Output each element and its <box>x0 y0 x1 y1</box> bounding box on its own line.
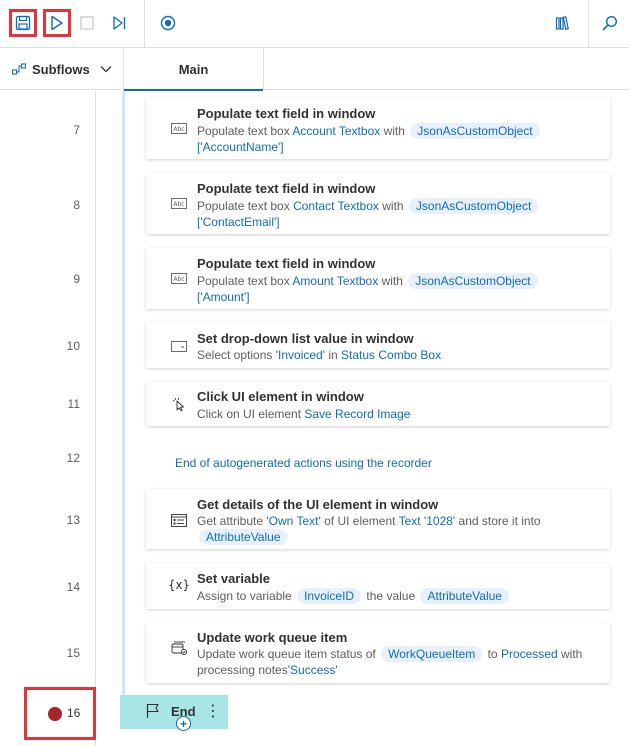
search-button[interactable] <box>596 9 624 37</box>
toolbar-divider <box>588 0 589 48</box>
ui-element-link[interactable]: Account Textbox <box>292 124 380 138</box>
action-card[interactable]: Set drop-down list value in window Selec… <box>146 322 610 368</box>
ui-element-link[interactable]: Save Record Image <box>304 407 410 421</box>
variable-pill[interactable]: JsonAsCustomObject <box>408 198 539 214</box>
action-card[interactable]: Click UI element in window Click on UI e… <box>146 382 610 426</box>
action-title: Populate text field in window <box>197 106 376 121</box>
line-number[interactable]: 9 <box>73 272 80 286</box>
action-title: Populate text field in window <box>197 181 376 196</box>
value-link[interactable]: 'Invoiced' <box>276 348 325 362</box>
action-description: Populate text box Contact Textbox with J… <box>197 198 600 230</box>
action-card[interactable]: {x} Set variable Assign to variable Invo… <box>146 563 610 609</box>
action-description: Click on UI element Save Record Image <box>197 407 411 421</box>
line-number[interactable]: 12 <box>67 451 80 465</box>
action-title: Update work queue item <box>197 630 348 645</box>
step-next-icon <box>113 16 126 30</box>
save-icon <box>15 15 31 31</box>
toolbar-divider <box>144 0 145 48</box>
svg-text:Abc: Abc <box>173 276 184 283</box>
line-number[interactable]: 16 <box>67 706 80 720</box>
run-next-action-button[interactable] <box>105 9 133 37</box>
play-icon <box>51 15 63 31</box>
variable-pill[interactable]: AttributeValue <box>420 588 509 604</box>
action-title: Get details of the UI element in window <box>197 497 439 512</box>
line-number[interactable]: 8 <box>73 198 80 212</box>
action-card[interactable]: Abc Populate text field in window Popula… <box>146 248 610 309</box>
variable-pill[interactable]: AttributeValue <box>199 529 288 545</box>
action-card[interactable]: Get details of the UI element in window … <box>146 489 610 549</box>
variable-icon: {x} <box>168 578 190 592</box>
record-button[interactable] <box>154 9 182 37</box>
subflows-dropdown[interactable]: Subflows <box>0 48 124 90</box>
action-card[interactable]: Abc Populate text field in window Popula… <box>146 98 610 159</box>
flag-icon <box>146 703 159 718</box>
work-queue-icon <box>170 641 188 655</box>
run-button[interactable] <box>43 9 71 37</box>
variable-pill[interactable]: JsonAsCustomObject <box>410 123 540 139</box>
line-number[interactable]: 13 <box>67 513 80 527</box>
add-action-icon[interactable]: + <box>176 716 191 731</box>
action-description: Select options 'Invoiced' in Status Comb… <box>197 348 442 362</box>
search-icon <box>602 15 618 31</box>
action-description: Get attribute 'Own Text' of UI element T… <box>197 514 541 545</box>
variable-pill[interactable]: WorkQueueItem <box>381 646 483 662</box>
action-title: Set variable <box>197 571 270 586</box>
ui-element-link[interactable]: Amount Textbox <box>292 274 378 288</box>
chevron-down-icon <box>100 66 112 73</box>
more-options-icon[interactable]: ⋮ <box>205 701 221 721</box>
text-field-icon: Abc <box>170 121 188 135</box>
tab-main[interactable]: Main <box>124 48 264 91</box>
status-link[interactable]: Processed <box>501 647 558 661</box>
action-description: Populate text box Account Textbox with J… <box>197 123 600 155</box>
svg-text:Abc: Abc <box>173 201 184 208</box>
save-button[interactable] <box>9 9 37 37</box>
library-icon <box>555 16 569 30</box>
notes-link[interactable]: 'Success' <box>288 663 338 677</box>
action-title: Click UI element in window <box>197 389 364 404</box>
dropdown-icon <box>170 339 188 353</box>
comment-text[interactable]: End of autogenerated actions using the r… <box>175 456 432 470</box>
variable-pill[interactable]: JsonAsCustomObject <box>408 273 538 289</box>
tab-bar: Subflows Main <box>0 48 629 91</box>
svg-text:Abc: Abc <box>173 126 184 133</box>
stop-icon <box>80 16 94 30</box>
action-card[interactable]: Abc Populate text field in window Popula… <box>146 173 610 234</box>
line-number-gutter <box>0 91 96 746</box>
action-card[interactable]: Update work queue item Update work queue… <box>146 623 610 683</box>
toolbar <box>0 0 629 48</box>
action-description: Populate text box Amount Textbox with Js… <box>197 273 600 305</box>
action-title: Set drop-down list value in window <box>197 331 414 346</box>
assets-library-button[interactable] <box>550 9 578 37</box>
ui-element-link[interactable]: Text '1028' <box>399 514 456 528</box>
ui-details-icon <box>170 513 188 527</box>
click-icon <box>170 397 188 411</box>
line-number[interactable]: 15 <box>67 646 80 660</box>
stop-button[interactable] <box>73 9 101 37</box>
record-icon <box>160 15 176 31</box>
flow-connector-line <box>122 91 125 695</box>
line-number[interactable]: 10 <box>67 339 80 353</box>
action-title: Populate text field in window <box>197 256 376 271</box>
tab-main-label: Main <box>178 61 209 77</box>
ui-element-link[interactable]: Status Combo Box <box>341 348 441 362</box>
subflows-label: Subflows <box>32 61 90 77</box>
action-description: Assign to variable InvoiceID the value A… <box>197 588 600 604</box>
line-number[interactable]: 7 <box>73 123 80 137</box>
action-description: Update work queue item status of WorkQue… <box>197 646 583 677</box>
attribute-link[interactable]: 'Own Text' <box>266 514 320 528</box>
line-number[interactable]: 11 <box>68 397 80 411</box>
breakpoint-icon[interactable] <box>48 707 62 721</box>
line-number[interactable]: 14 <box>67 580 80 594</box>
text-field-icon: Abc <box>170 196 188 210</box>
subflows-icon <box>12 63 26 75</box>
ui-element-link[interactable]: Contact Textbox <box>293 199 379 213</box>
text-field-icon: Abc <box>170 271 188 285</box>
variable-pill[interactable]: InvoiceID <box>297 588 362 604</box>
